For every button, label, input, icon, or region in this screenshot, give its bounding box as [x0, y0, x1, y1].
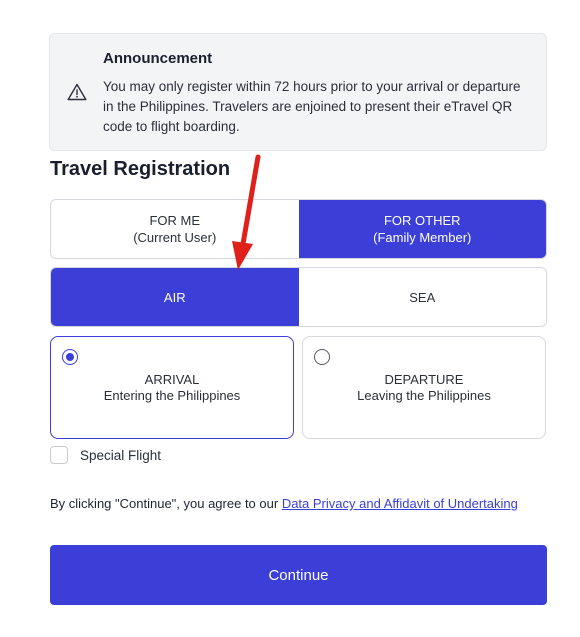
air-label: AIR: [163, 289, 186, 305]
departure-sublabel: Leaving the Philippines: [357, 388, 491, 403]
for-me-sublabel: (Current User): [133, 230, 217, 245]
sea-option[interactable]: SEA: [299, 268, 547, 326]
arrival-label: ARRIVAL: [144, 372, 200, 387]
data-privacy-link[interactable]: Data Privacy and Affidavit of Undertakin…: [282, 496, 518, 511]
warning-icon: [67, 83, 87, 101]
announcement-title: Announcement: [103, 50, 213, 67]
for-me-label: FOR ME: [149, 213, 201, 228]
agreement-text: By clicking "Continue", you agree to our…: [50, 496, 530, 512]
announcement-body: You may only register within 72 hours pr…: [103, 79, 521, 134]
for-me-option[interactable]: FOR ME (Current User): [51, 200, 299, 258]
travel-registration-title: Travel Registration: [50, 158, 231, 180]
arrival-card[interactable]: ARRIVAL Entering the Philippines: [50, 336, 294, 439]
continue-button[interactable]: Continue: [50, 545, 547, 605]
departure-radio[interactable]: [314, 349, 330, 365]
special-flight-label: Special Flight: [80, 447, 162, 463]
for-other-sublabel: (Family Member): [373, 230, 472, 245]
traveler-type-toggle: FOR ME (Current User) FOR OTHER (Family …: [50, 199, 547, 259]
transport-mode-toggle: AIR SEA: [50, 267, 547, 327]
special-flight-checkbox[interactable]: [50, 446, 68, 464]
air-option[interactable]: AIR: [51, 268, 299, 326]
arrival-radio[interactable]: [62, 349, 78, 365]
agreement-prefix: By clicking "Continue", you agree to our: [50, 496, 282, 511]
departure-card[interactable]: DEPARTURE Leaving the Philippines: [302, 336, 546, 439]
for-other-label: FOR OTHER: [383, 213, 461, 228]
departure-label: DEPARTURE: [384, 372, 464, 387]
for-other-option[interactable]: FOR OTHER (Family Member): [298, 200, 546, 258]
arrival-sublabel: Entering the Philippines: [103, 388, 241, 403]
announcement-box: Announcement You may only register withi…: [49, 33, 547, 151]
special-flight-row: Special Flight: [50, 446, 161, 464]
sea-label: SEA: [409, 289, 436, 305]
